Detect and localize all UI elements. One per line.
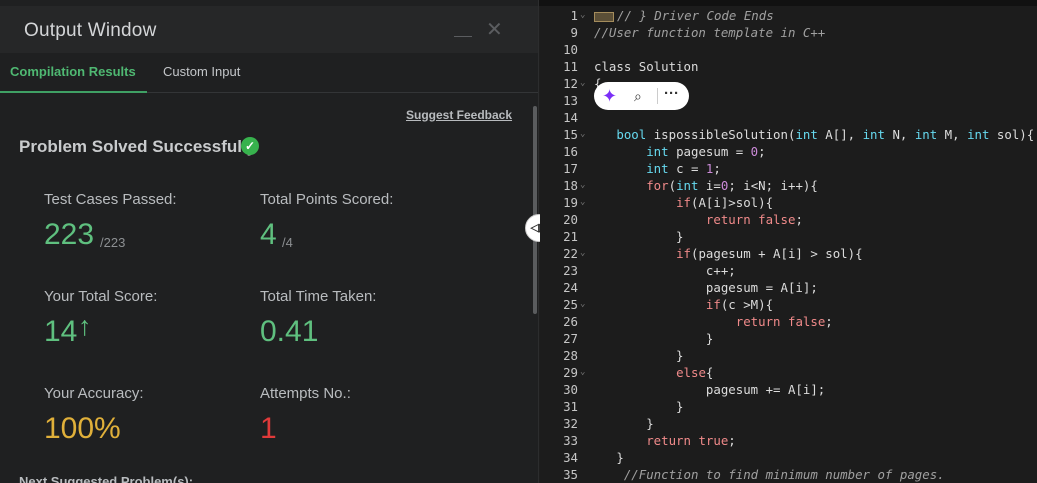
next-suggested-heading: Next Suggested Problem(s): [19,474,194,483]
line-number: 11 [563,59,578,74]
points-total: /4 [282,235,293,250]
tab-compilation-results[interactable]: Compilation Results [0,53,147,93]
scrollbar[interactable] [533,106,537,314]
code-line[interactable]: else{ [594,364,713,381]
up-arrow-icon: ↑ [78,311,92,341]
line-number: 9 [570,25,578,40]
code-line[interactable]: pagesum = A[i]; [594,279,818,296]
line-number: 15 [563,127,578,142]
code-line[interactable]: } [594,228,683,245]
line-number: 13 [563,93,578,108]
code-line[interactable]: //User function template in C++ [594,24,825,41]
code-line[interactable]: } [594,347,683,364]
fold-chevron-icon[interactable]: ⌄ [580,296,585,313]
line-number: 33 [563,433,578,448]
line-number: 27 [563,331,578,346]
more-icon[interactable]: ··· [664,83,679,105]
line-number: 19 [563,195,578,210]
window-header: Output Window ✕ [0,6,538,53]
minimize-icon[interactable] [454,36,472,37]
code-line[interactable]: class Solution [594,58,698,75]
line-number: 23 [563,263,578,278]
line-number: 25 [563,297,578,312]
ai-toolbar: ✦ ⌕ ··· [594,82,689,110]
test-cases-label: Test Cases Passed: [44,191,177,208]
search-icon[interactable]: ⌕ [634,86,642,106]
code-line[interactable]: } [594,398,683,415]
result-tabs: Compilation Results Custom Input [0,53,538,93]
time-label: Total Time Taken: [260,288,377,305]
line-number: 14 [563,110,578,125]
code-line[interactable]: for(int i=0; i<N; i++){ [594,177,818,194]
fold-chevron-icon[interactable]: ⌄ [580,177,585,194]
sparkle-icon[interactable]: ✦ [602,85,617,107]
line-number: 17 [563,161,578,176]
line-number: 10 [563,42,578,57]
line-number: 35 [563,467,578,482]
line-number: 28 [563,348,578,363]
code-editor[interactable]: 1 ⌄// } Driver Code Ends 9//User function … [540,6,1037,483]
toolbar-divider [657,88,658,104]
fold-chevron-icon[interactable]: ⌄ [580,245,585,262]
code-line[interactable]: // } Driver Code Ends [594,7,774,24]
accuracy-label: Your Accuracy: [44,385,144,402]
code-line[interactable]: if(c >M){ [594,296,773,313]
line-number: 26 [563,314,578,329]
code-line[interactable]: } [594,330,713,347]
code-line[interactable]: } [594,415,653,432]
fold-chevron-icon[interactable]: ⌄ [580,194,585,211]
code-line[interactable]: return false; [594,211,803,228]
fold-chevron-icon[interactable]: ⌄ [580,364,585,381]
code-line[interactable]: int c = 1; [594,160,721,177]
line-number: 30 [563,382,578,397]
line-number: 12 [563,76,578,91]
fold-chevron-icon[interactable]: ⌄ [580,75,585,92]
code-line[interactable]: int pagesum = 0; [594,143,765,160]
attempts-value: 1 [260,412,277,445]
check-circle-icon: ✓ [241,137,259,155]
code-line[interactable]: c++; [594,262,736,279]
suggest-feedback-link[interactable]: Suggest Feedback [406,108,512,122]
code-line[interactable]: } [594,449,623,466]
line-number: 18 [563,178,578,193]
code-line[interactable]: if(pagesum + A[i] > sol){ [594,245,863,262]
line-number: 24 [563,280,578,295]
code-line[interactable]: return false; [594,313,833,330]
fold-chevron-icon[interactable]: ⌄ [580,126,585,143]
line-number: 29 [563,365,578,380]
code-line[interactable]: if(A[i]>sol){ [594,194,773,211]
code-line[interactable]: //Function to find minimum number of pag… [594,466,945,483]
test-cases-value: 223 [44,218,95,251]
time-value: 0.41 [260,315,319,348]
line-number: 31 [563,399,578,414]
line-number: 1 [570,8,578,23]
score-label: Your Total Score: [44,288,158,305]
folded-region-icon[interactable] [594,11,614,22]
code-line[interactable]: return true; [594,432,736,449]
window-title: Output Window [24,20,157,41]
test-cases-total: /223 [100,235,126,250]
line-number: 22 [563,246,578,261]
close-icon[interactable]: ✕ [486,20,503,40]
points-value: 4 [260,218,277,251]
tab-custom-input[interactable]: Custom Input [153,53,250,93]
attempts-label: Attempts No.: [260,385,351,402]
line-number: 21 [563,229,578,244]
fold-chevron-icon[interactable]: ⌄ [580,7,585,24]
status-message: Problem Solved Successfully [19,137,257,156]
code-line[interactable]: bool ispossibleSolution(int A[], int N, … [594,126,1034,143]
accuracy-value: 100% [44,412,121,445]
line-number: 16 [563,144,578,159]
points-label: Total Points Scored: [260,191,394,208]
code-line[interactable]: pagesum += A[i]; [594,381,825,398]
score-value: 14 [44,315,78,348]
output-window: Output Window ✕ Compilation Results Cust… [0,0,539,483]
line-number: 32 [563,416,578,431]
line-number: 20 [563,212,578,227]
line-number: 34 [563,450,578,465]
